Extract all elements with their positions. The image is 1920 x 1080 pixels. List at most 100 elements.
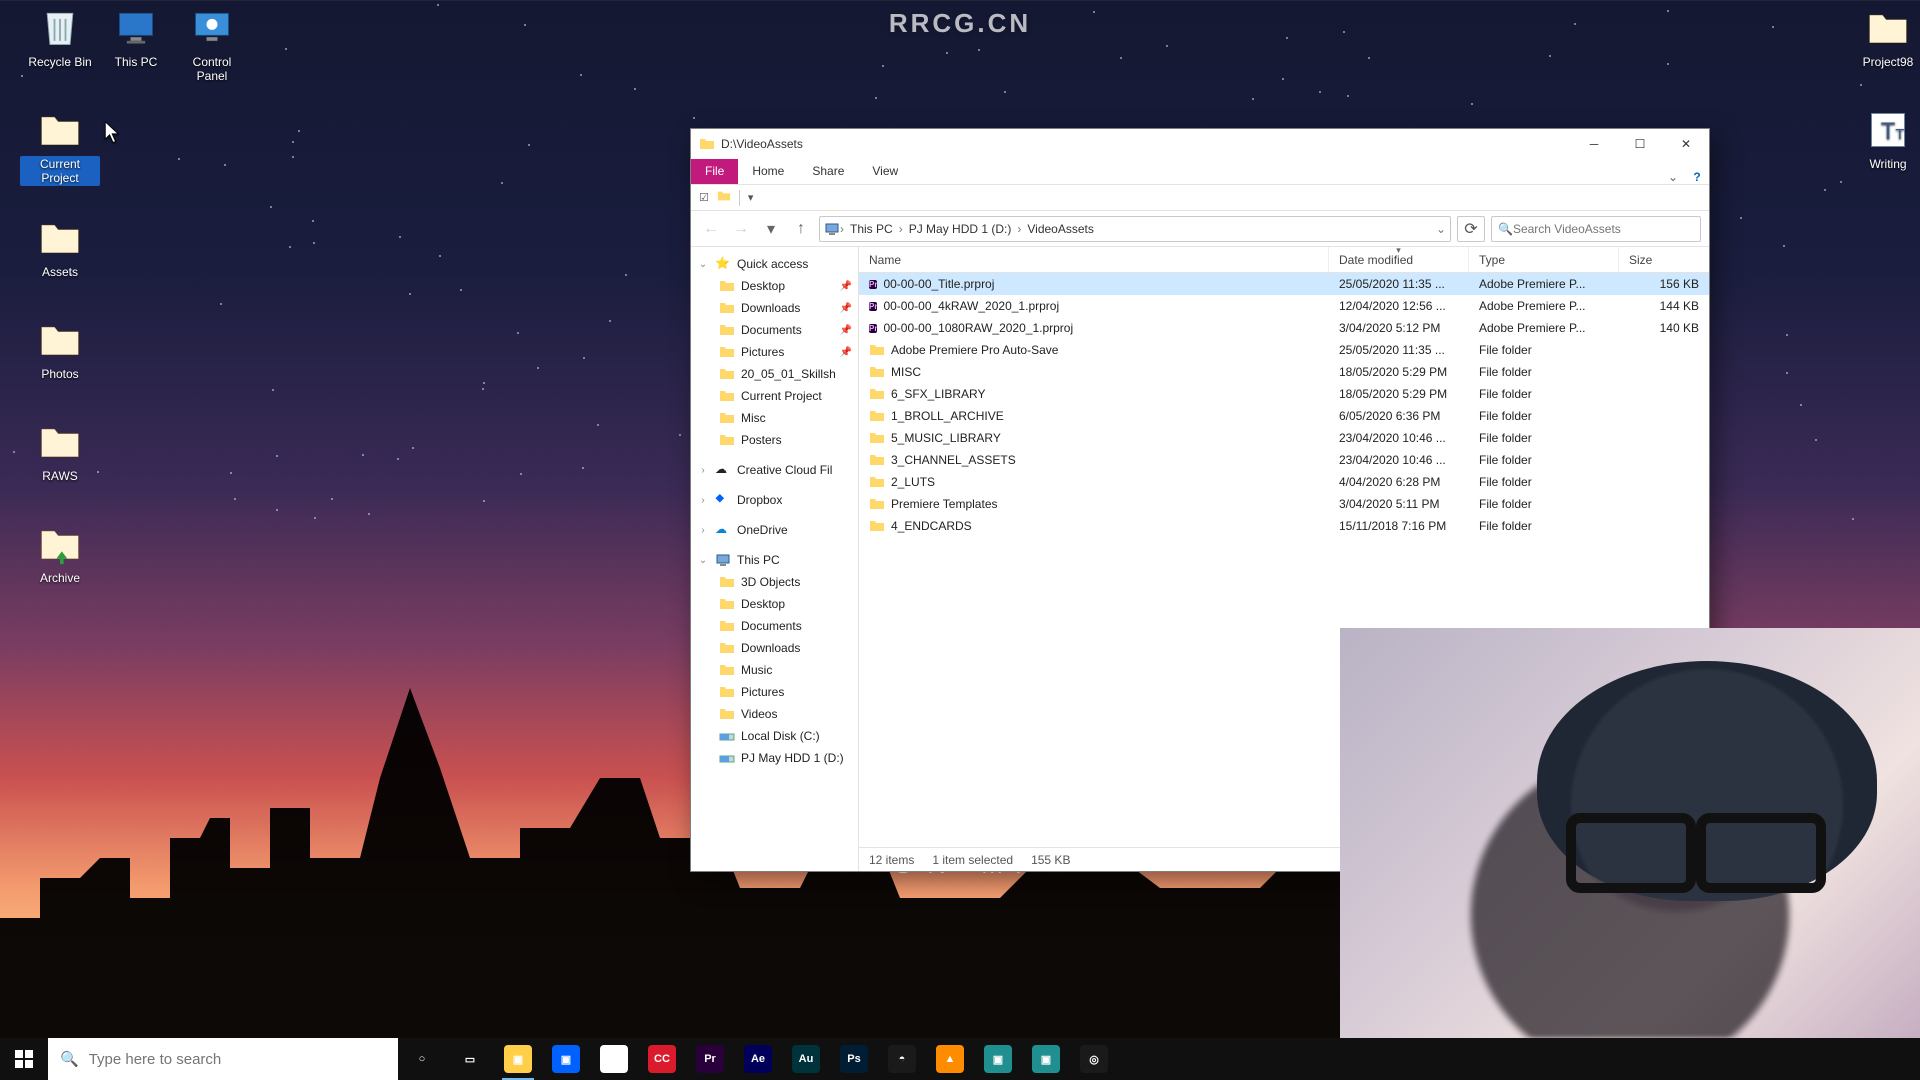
col-type[interactable]: Type — [1469, 247, 1619, 272]
nav-pc-item[interactable]: Local Disk (C:) — [691, 725, 858, 747]
nav-this-pc[interactable]: ⌄This PC — [691, 549, 858, 571]
taskbar-cortana[interactable]: ○ — [398, 1038, 446, 1080]
nav-back-button[interactable]: ← — [699, 217, 723, 241]
breadcrumb[interactable]: › This PC› PJ May HDD 1 (D:)› VideoAsset… — [819, 216, 1451, 242]
folder-icon — [719, 366, 735, 382]
desktop-project98[interactable]: Project98 — [1848, 6, 1920, 70]
file-row[interactable]: 2_LUTS4/04/2020 6:28 PMFile folder — [859, 471, 1709, 493]
desktop-archive[interactable]: Archive — [20, 522, 100, 586]
help-icon[interactable]: ? — [1685, 170, 1709, 184]
nav-pc-item[interactable]: PJ May HDD 1 (D:) — [691, 747, 858, 769]
nav-onedrive[interactable]: ›☁OneDrive — [691, 519, 858, 541]
taskbar-chrome[interactable]: ◉ — [590, 1038, 638, 1080]
taskbar-explorer[interactable]: ▣ — [494, 1038, 542, 1080]
qat-newfolder-icon[interactable] — [717, 189, 731, 206]
nav-recent-caret[interactable]: ▾ — [759, 217, 783, 241]
refresh-button[interactable]: ⟳ — [1457, 216, 1485, 242]
nav-qa-item[interactable]: Current Project — [691, 385, 858, 407]
taskbar-app-teal1[interactable]: ▣ — [974, 1038, 1022, 1080]
nav-pc-item[interactable]: Desktop — [691, 593, 858, 615]
tab-home[interactable]: Home — [738, 159, 798, 184]
nav-pc-item[interactable]: Music — [691, 659, 858, 681]
file-row[interactable]: MISC18/05/2020 5:29 PMFile folder — [859, 361, 1709, 383]
file-row[interactable]: Pr00-00-00_4kRAW_2020_1.prproj12/04/2020… — [859, 295, 1709, 317]
taskbar-after-effects[interactable]: Ae — [734, 1038, 782, 1080]
ribbon-collapse-icon[interactable]: ⌄ — [1661, 170, 1685, 184]
tab-file[interactable]: File — [691, 159, 738, 184]
address-history-caret[interactable]: ⌄ — [1436, 222, 1446, 236]
nav-creative-cloud[interactable]: ›☁Creative Cloud Fil — [691, 459, 858, 481]
file-row[interactable]: Adobe Premiere Pro Auto-Save25/05/2020 1… — [859, 339, 1709, 361]
desktop-current-project[interactable]: Current Project — [20, 108, 100, 186]
col-name[interactable]: Name — [859, 247, 1329, 272]
file-row[interactable]: Premiere Templates3/04/2020 5:11 PMFile … — [859, 493, 1709, 515]
file-row[interactable]: 6_SFX_LIBRARY18/05/2020 5:29 PMFile fold… — [859, 383, 1709, 405]
nav-pc-item[interactable]: 3D Objects — [691, 571, 858, 593]
qat-caret-icon[interactable]: ▾ — [748, 191, 754, 204]
column-headers[interactable]: Name ▾Date modified Type Size — [859, 247, 1709, 273]
taskbar-search[interactable]: 🔍 — [48, 1038, 398, 1080]
nav-label: Desktop — [741, 597, 785, 611]
desktop-writing[interactable]: TTWriting — [1848, 108, 1920, 172]
file-row[interactable]: 3_CHANNEL_ASSETS23/04/2020 10:46 ...File… — [859, 449, 1709, 471]
nav-dropbox[interactable]: ›⯁Dropbox — [691, 489, 858, 511]
nav-qa-item[interactable]: Misc — [691, 407, 858, 429]
col-size[interactable]: Size — [1619, 247, 1709, 272]
tab-share[interactable]: Share — [798, 159, 858, 184]
taskbar-premiere[interactable]: Pr — [686, 1038, 734, 1080]
tab-view[interactable]: View — [858, 159, 912, 184]
nav-qa-item[interactable]: Desktop📌 — [691, 275, 858, 297]
nav-pc-item[interactable]: Pictures — [691, 681, 858, 703]
nav-quick-access[interactable]: ⌄⭐Quick access — [691, 253, 858, 275]
nav-pc-item[interactable]: Documents — [691, 615, 858, 637]
file-row[interactable]: 5_MUSIC_LIBRARY23/04/2020 10:46 ...File … — [859, 427, 1709, 449]
nav-label: Current Project — [741, 389, 822, 403]
taskbar-search-input[interactable] — [89, 1051, 386, 1068]
nav-qa-item[interactable]: Posters — [691, 429, 858, 451]
pin-icon: 📌 — [840, 303, 852, 314]
nav-qa-item[interactable]: Downloads📌 — [691, 297, 858, 319]
nav-qa-item[interactable]: Pictures📌 — [691, 341, 858, 363]
crumb-1[interactable]: PJ May HDD 1 (D:) — [903, 222, 1018, 236]
taskbar-app-teal2[interactable]: ▣ — [1022, 1038, 1070, 1080]
desktop-raws[interactable]: RAWS — [20, 420, 100, 484]
titlebar[interactable]: D:\VideoAssets ─ ☐ ✕ — [691, 129, 1709, 159]
file-row[interactable]: Pr00-00-00_1080RAW_2020_1.prproj3/04/202… — [859, 317, 1709, 339]
qat-properties-icon[interactable]: ☑ — [699, 191, 709, 204]
desktop-assets[interactable]: Assets — [20, 216, 100, 280]
taskbar-creative-cloud[interactable]: CC — [638, 1038, 686, 1080]
file-row[interactable]: Pr00-00-00_Title.prproj25/05/2020 11:35 … — [859, 273, 1709, 295]
taskbar-vlc[interactable]: ▲ — [926, 1038, 974, 1080]
folder-icon — [719, 278, 735, 294]
taskbar-davinci[interactable]: ◓ — [878, 1038, 926, 1080]
search-icon: 🔍 — [60, 1050, 79, 1068]
file-row[interactable]: 1_BROLL_ARCHIVE6/05/2020 6:36 PMFile fol… — [859, 405, 1709, 427]
desktop-control-panel[interactable]: Control Panel — [172, 6, 252, 84]
taskbar-photoshop[interactable]: Ps — [830, 1038, 878, 1080]
navigation-pane[interactable]: ⌄⭐Quick access Desktop📌Downloads📌Documen… — [691, 247, 859, 871]
desktop-recycle-bin[interactable]: Recycle Bin — [20, 6, 100, 70]
taskbar-task-view[interactable]: ▭ — [446, 1038, 494, 1080]
nav-label: PJ May HDD 1 (D:) — [741, 751, 844, 765]
nav-qa-item[interactable]: Documents📌 — [691, 319, 858, 341]
nav-pc-item[interactable]: Videos — [691, 703, 858, 725]
nav-qa-item[interactable]: 20_05_01_Skillsh — [691, 363, 858, 385]
desktop-this-pc[interactable]: This PC — [96, 6, 176, 70]
nav-up-button[interactable]: ↑ — [789, 217, 813, 241]
crumb-0[interactable]: This PC — [844, 222, 899, 236]
file-row[interactable]: 4_ENDCARDS15/11/2018 7:16 PMFile folder — [859, 515, 1709, 537]
search-input[interactable] — [1513, 222, 1694, 236]
taskbar-dropbox[interactable]: ▣ — [542, 1038, 590, 1080]
taskbar-audition[interactable]: Au — [782, 1038, 830, 1080]
nav-pc-item[interactable]: Downloads — [691, 637, 858, 659]
desktop-photos[interactable]: Photos — [20, 318, 100, 382]
search-box[interactable]: 🔍 — [1491, 216, 1701, 242]
minimize-button[interactable]: ─ — [1571, 129, 1617, 159]
start-button[interactable] — [0, 1038, 48, 1080]
taskbar-obs[interactable]: ◎ — [1070, 1038, 1118, 1080]
crumb-2[interactable]: VideoAssets — [1021, 222, 1100, 236]
col-date[interactable]: ▾Date modified — [1329, 247, 1469, 272]
maximize-button[interactable]: ☐ — [1617, 129, 1663, 159]
close-button[interactable]: ✕ — [1663, 129, 1709, 159]
nav-forward-button[interactable]: → — [729, 217, 753, 241]
